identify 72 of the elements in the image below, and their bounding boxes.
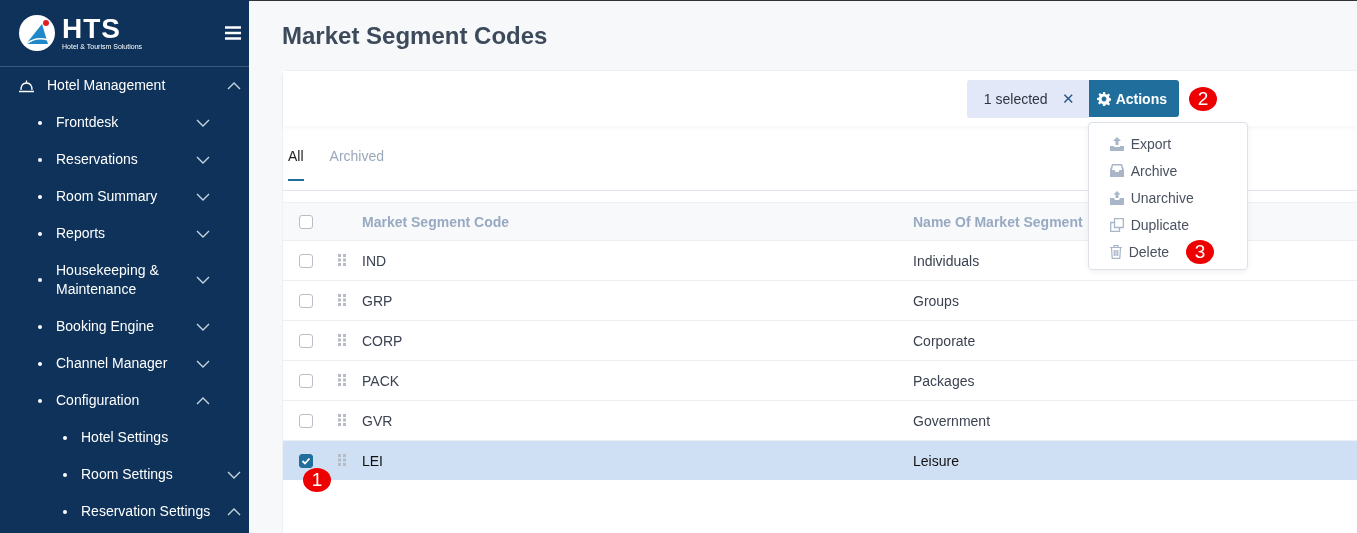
checkbox[interactable] <box>299 373 313 388</box>
sidebar-item[interactable]: Reports <box>0 215 249 252</box>
sidebar-item[interactable]: Reservation Settings <box>0 493 249 530</box>
actions-button[interactable]: Actions <box>1088 80 1179 117</box>
logo-icon <box>18 14 56 52</box>
upload-icon <box>1109 136 1124 151</box>
sidebar-item[interactable]: Hotel Management <box>0 67 249 104</box>
drag-handle-icon[interactable] <box>338 333 346 346</box>
checkbox[interactable] <box>299 214 313 229</box>
sidebar-item[interactable]: Hotel Settings <box>0 419 249 456</box>
menu-item[interactable]: Delete 3 <box>1088 238 1247 265</box>
checkbox[interactable] <box>299 253 313 268</box>
checkbox[interactable] <box>299 293 313 308</box>
drag-handle-icon[interactable] <box>338 413 346 426</box>
table-cell-text: CORP <box>362 332 404 349</box>
clear-selection-button[interactable]: ✕ <box>1061 89 1075 108</box>
table-cell-text: Individuals <box>913 252 981 269</box>
drag-handle-icon[interactable] <box>338 453 346 466</box>
sidebar-item[interactable]: Channel Manager <box>0 345 249 382</box>
table-cell-text: Leisure <box>913 452 960 469</box>
brand-name: HTS <box>62 15 122 43</box>
menu-item[interactable]: Duplicate <box>1088 211 1247 238</box>
chevron-down-icon <box>196 359 210 368</box>
checkmark-icon <box>301 456 311 465</box>
table-cell-text: LEI <box>362 452 384 469</box>
menu-item[interactable]: Export <box>1088 130 1247 157</box>
chevron-down-icon <box>196 155 210 164</box>
bell-icon <box>18 78 35 93</box>
chevron-up-icon <box>196 396 210 405</box>
chevron-down-icon <box>196 276 210 284</box>
tab[interactable]: All <box>288 148 304 181</box>
table-cell-text: Corporate <box>913 332 977 349</box>
chevron-down-icon <box>196 118 210 127</box>
chevron-down-icon <box>196 192 210 201</box>
menu-item[interactable]: Archive <box>1088 157 1247 184</box>
sidebar-item[interactable]: Room Summary <box>0 178 249 215</box>
table-cell-text: Government <box>913 412 992 429</box>
menu-item[interactable]: Unarchive <box>1088 184 1247 211</box>
step-badge: 1 <box>303 468 331 492</box>
sidebar-item[interactable]: Reservations <box>0 141 249 178</box>
checkbox[interactable] <box>299 413 313 428</box>
table-cell-text: GVR <box>362 412 394 429</box>
table-cell-text: GRP <box>362 292 394 309</box>
table-cell-text: IND <box>362 252 388 269</box>
drag-handle-icon[interactable] <box>338 373 346 386</box>
drag-handle-icon[interactable] <box>338 293 346 306</box>
chevron-down-icon <box>196 229 210 238</box>
drag-handle-icon[interactable] <box>338 253 346 266</box>
step-badge: 3 <box>1186 239 1215 264</box>
table-cell-text: Packages <box>913 372 976 389</box>
chevron-down-icon <box>227 470 241 479</box>
step-badge: 2 <box>1189 86 1217 111</box>
sidebar-item[interactable]: Booking Engine <box>0 308 249 345</box>
checkbox[interactable] <box>299 333 313 348</box>
checkbox[interactable] <box>299 453 313 468</box>
chevron-down-icon <box>196 322 210 331</box>
upload-tray-icon <box>1109 190 1124 205</box>
sidebar-item[interactable]: Room Settings <box>0 456 249 493</box>
sidebar-item[interactable]: Housekeeping & Maintenance <box>0 252 249 308</box>
copy-icon <box>1109 217 1124 232</box>
menu-icon[interactable] <box>225 26 241 40</box>
sidebar-item[interactable]: Configuration <box>0 382 249 419</box>
page-title: Market Segment Codes <box>282 20 549 51</box>
chevron-up-icon <box>227 507 241 516</box>
inbox-icon <box>1109 164 1124 177</box>
trash-icon <box>1109 244 1122 259</box>
selection-count: 1 selected <box>983 90 1048 107</box>
table-cell-text: Groups <box>913 292 960 309</box>
chevron-up-icon <box>227 81 241 90</box>
settings-icon <box>1096 91 1111 106</box>
sidebar-item[interactable]: Frontdesk <box>0 104 249 141</box>
table-cell-text: PACK <box>362 372 401 389</box>
